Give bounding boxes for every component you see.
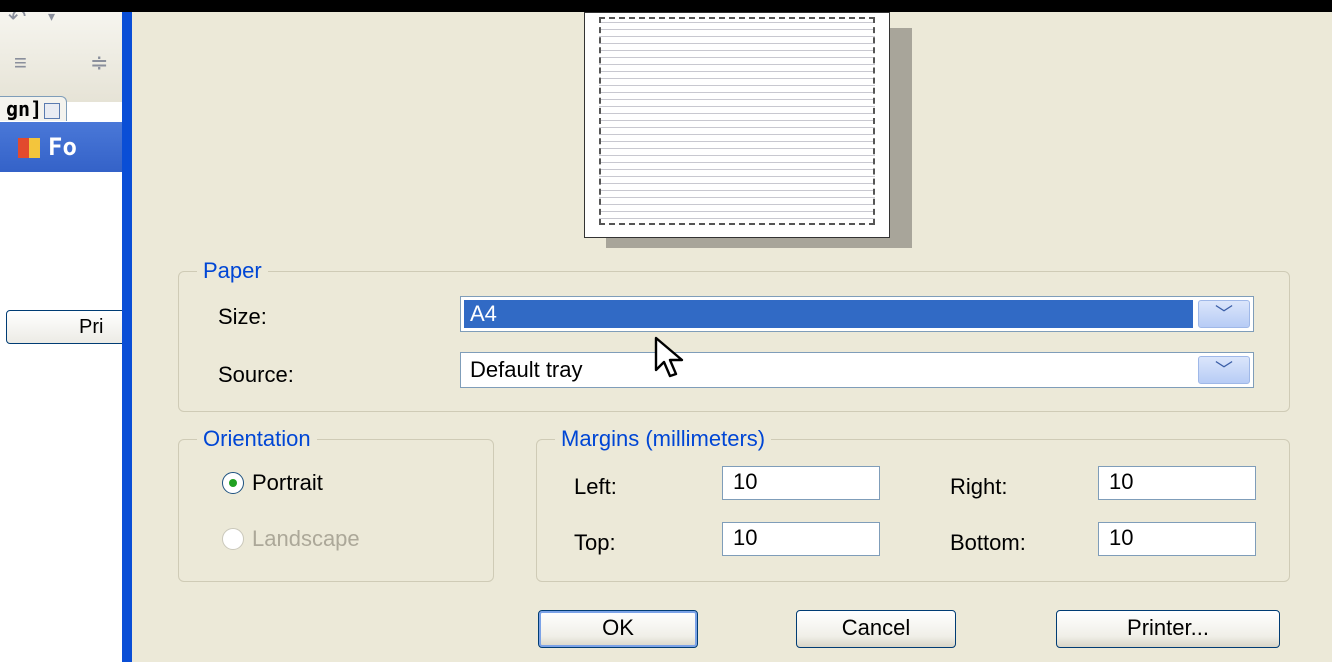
lock-icon — [44, 102, 61, 119]
bottom-margin-label: Bottom: — [950, 530, 1026, 555]
background-app-window: ↶ ▾ ≡ ≑ gn] Fo Pri — [0, 12, 122, 662]
form-header-label: Fo — [48, 133, 77, 161]
source-label: Source: — [218, 362, 294, 387]
cancel-button[interactable]: Cancel — [796, 610, 956, 648]
background-print-button[interactable]: Pri — [6, 310, 122, 344]
paper-legend: Paper — [203, 258, 262, 283]
align-center-icon[interactable]: ≑ — [90, 50, 108, 76]
ok-button[interactable]: OK — [538, 610, 698, 648]
printer-button[interactable]: Printer... — [1056, 610, 1280, 648]
source-select-value: Default tray — [470, 357, 583, 382]
tab-label: gn] — [6, 97, 43, 121]
right-margin-input[interactable]: 10 — [1098, 466, 1256, 500]
landscape-radio[interactable] — [222, 528, 244, 550]
landscape-label[interactable]: Landscape — [252, 526, 360, 552]
top-margin-label: Top: — [574, 530, 616, 555]
portrait-radio[interactable] — [222, 472, 244, 494]
orientation-group: Orientation — [178, 426, 494, 582]
page-setup-dialog: Paper Size: A4 ﹀ Source: Default tray ﹀ … — [122, 12, 1332, 662]
page-preview — [584, 12, 890, 238]
size-label: Size: — [218, 304, 267, 329]
margins-group: Margins (millimeters) — [536, 426, 1290, 582]
align-left-icon[interactable]: ≡ — [14, 50, 27, 76]
orientation-legend: Orientation — [203, 426, 311, 451]
dropdown-arrow-icon[interactable]: ▾ — [48, 12, 55, 25]
paper-group: Paper — [178, 258, 1290, 412]
left-margin-label: Left: — [574, 474, 617, 499]
form-icon — [18, 138, 40, 158]
size-select-value: A4 — [464, 300, 1193, 328]
mouse-cursor-icon — [654, 336, 684, 378]
portrait-label[interactable]: Portrait — [252, 470, 323, 496]
left-margin-input[interactable]: 10 — [722, 466, 880, 500]
page-preview-margins — [599, 17, 875, 225]
background-document-tab[interactable]: gn] — [0, 96, 68, 121]
size-select[interactable]: A4 ﹀ — [460, 296, 1254, 332]
background-toolbar: ↶ ▾ ≡ ≑ — [0, 12, 122, 102]
chevron-down-icon[interactable]: ﹀ — [1198, 356, 1250, 384]
right-margin-label: Right: — [950, 474, 1008, 499]
margins-legend: Margins (millimeters) — [561, 426, 766, 451]
bottom-margin-input[interactable]: 10 — [1098, 522, 1256, 556]
source-select[interactable]: Default tray ﹀ — [460, 352, 1254, 388]
chevron-down-icon[interactable]: ﹀ — [1198, 300, 1250, 328]
top-margin-input[interactable]: 10 — [722, 522, 880, 556]
background-form-header: Fo — [0, 122, 122, 172]
undo-icon[interactable]: ↶ — [8, 12, 26, 30]
